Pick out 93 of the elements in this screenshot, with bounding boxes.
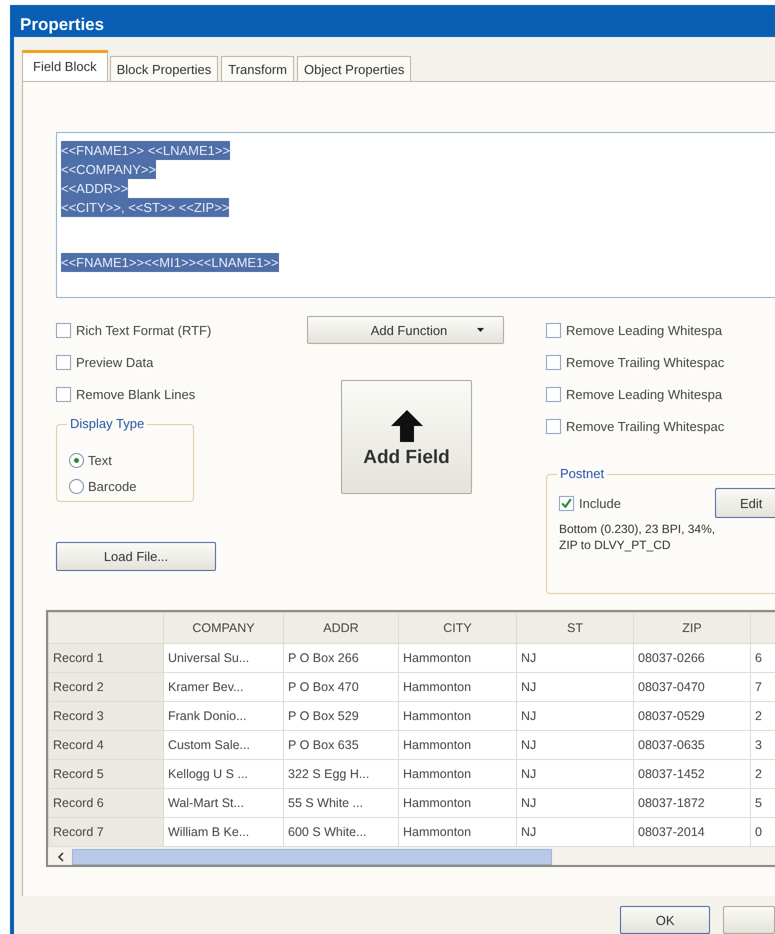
- table-cell: 08037-1452: [634, 760, 750, 788]
- table-cell: NJ: [516, 788, 634, 818]
- table-cell: P O Box 635: [284, 730, 398, 760]
- text-editor[interactable]: <<FNAME1>> <<LNAME1>> <<COMPANY>> <<ADDR>> <<CITY>>, <<ST>> <<ZIP>> <<FNAME1>><<MI1>><<LNAME1>>: [56, 132, 775, 298]
- tab[interactable]: Block Properties: [110, 56, 218, 81]
- table-cell: NJ: [516, 760, 634, 788]
- tab[interactable]: Field Block: [22, 50, 108, 81]
- radio-label: Barcode: [88, 478, 136, 494]
- checkbox[interactable]: [559, 496, 574, 510]
- scrollbar-thumb[interactable]: [72, 849, 552, 865]
- checkbox[interactable]: [546, 354, 561, 370]
- group-title: Display Type: [67, 416, 148, 431]
- table-cell: Frank Donio...: [164, 702, 284, 730]
- table-cell: 2: [750, 760, 775, 788]
- table-cell: Custom Sale...: [164, 730, 284, 760]
- table-cell: 6: [750, 644, 775, 672]
- postnet-summary: Bottom (0.230), 23 BPI, 34%, ZIP to DLVY_PT_CD: [559, 521, 716, 553]
- checkbox[interactable]: [546, 418, 561, 434]
- column-header[interactable]: CITY: [398, 612, 516, 644]
- group-title: Postnet: [557, 466, 608, 481]
- checkbox-label: Remove Trailing Whitespac: [566, 354, 724, 370]
- table-cell: 08037-0529: [634, 702, 750, 730]
- row-header[interactable]: Record 5: [48, 760, 164, 788]
- table-cell: Hammonton: [398, 760, 516, 788]
- window-title: Properties: [19, 14, 106, 36]
- column-header[interactable]: COMPANY: [164, 612, 284, 644]
- checkbox-label: Remove Leading Whitespa: [566, 386, 722, 402]
- checkbox-label: Include: [579, 496, 621, 510]
- checkbox-label: Remove Trailing Whitespac: [566, 418, 724, 434]
- table-cell: 08037-0266: [634, 644, 750, 672]
- table-cell: 08037-0470: [634, 672, 750, 702]
- table-cell: 08037-1872: [634, 788, 750, 818]
- table-cell: NJ: [516, 644, 634, 672]
- column-header[interactable]: ZIP: [634, 612, 750, 644]
- tab[interactable]: Transform: [221, 56, 294, 81]
- dialog-button[interactable]: [723, 906, 775, 934]
- table-cell: Kramer Bev...: [164, 672, 284, 702]
- table-cell: 600 S White...: [284, 818, 398, 846]
- table-cell: 08037-0635: [634, 730, 750, 760]
- table-cell: 7: [750, 672, 775, 702]
- checkbox-label: Preview Data: [76, 354, 154, 370]
- row-header[interactable]: Record 6: [48, 788, 164, 818]
- checkbox-label: Remove Leading Whitespa: [566, 322, 722, 338]
- load-file-button[interactable]: Load File...: [56, 542, 216, 571]
- radio-button[interactable]: [69, 478, 84, 494]
- table-cell: P O Box 470: [284, 672, 398, 702]
- table-cell: Hammonton: [398, 702, 516, 730]
- table-cell: 08037-2014: [634, 818, 750, 846]
- table-cell: 0: [750, 818, 775, 846]
- row-header[interactable]: Record 1: [48, 644, 164, 672]
- radio-button[interactable]: [69, 452, 84, 468]
- row-header[interactable]: Record 7: [48, 818, 164, 846]
- checkbox-label: Remove Blank Lines: [76, 386, 196, 402]
- table-cell: Hammonton: [398, 672, 516, 702]
- table-cell: Kellogg U S ...: [164, 760, 284, 788]
- edit-button[interactable]: Edit: [715, 488, 775, 518]
- table-cell: Wal-Mart St...: [164, 788, 284, 818]
- checkbox-label: Rich Text Format (RTF): [76, 322, 212, 338]
- table-cell: 2: [750, 702, 775, 730]
- checkbox[interactable]: [56, 386, 71, 402]
- column-header[interactable]: ADDR: [284, 612, 398, 644]
- checkmark-icon: [560, 496, 573, 510]
- table-cell: 322 S Egg H...: [284, 760, 398, 788]
- table-cell: NJ: [516, 672, 634, 702]
- tab[interactable]: Object Properties: [296, 56, 412, 81]
- add-function-dropdown[interactable]: Add Function: [307, 316, 504, 344]
- ok-button[interactable]: OK: [620, 906, 710, 934]
- table-cell: Hammonton: [398, 788, 516, 818]
- row-header[interactable]: Record 3: [48, 702, 164, 730]
- up-arrow-icon: [390, 409, 424, 443]
- table-cell: Hammonton: [398, 644, 516, 672]
- table-cell: 5: [750, 788, 775, 818]
- table-cell: P O Box 266: [284, 644, 398, 672]
- add-field-button[interactable]: Add Field: [341, 380, 472, 494]
- row-header[interactable]: Record 4: [48, 730, 164, 760]
- table-cell: 55 S White ...: [284, 788, 398, 818]
- table-cell: 3: [750, 730, 775, 760]
- table-cell: NJ: [516, 730, 634, 760]
- checkbox[interactable]: [546, 322, 561, 338]
- table-cell: Hammonton: [398, 818, 516, 846]
- table-cell: Universal Su...: [164, 644, 284, 672]
- checkbox[interactable]: [56, 354, 71, 370]
- radio-label: Text: [88, 452, 112, 468]
- table-cell: NJ: [516, 818, 634, 846]
- table-cell: NJ: [516, 702, 634, 730]
- row-header[interactable]: Record 2: [48, 672, 164, 702]
- table-cell: Hammonton: [398, 730, 516, 760]
- checkbox[interactable]: [56, 322, 71, 338]
- checkbox[interactable]: [546, 386, 561, 402]
- table-cell: P O Box 529: [284, 702, 398, 730]
- caret-icon: [477, 328, 484, 332]
- column-header[interactable]: ST: [516, 612, 634, 644]
- table-cell: William B Ke...: [164, 818, 284, 846]
